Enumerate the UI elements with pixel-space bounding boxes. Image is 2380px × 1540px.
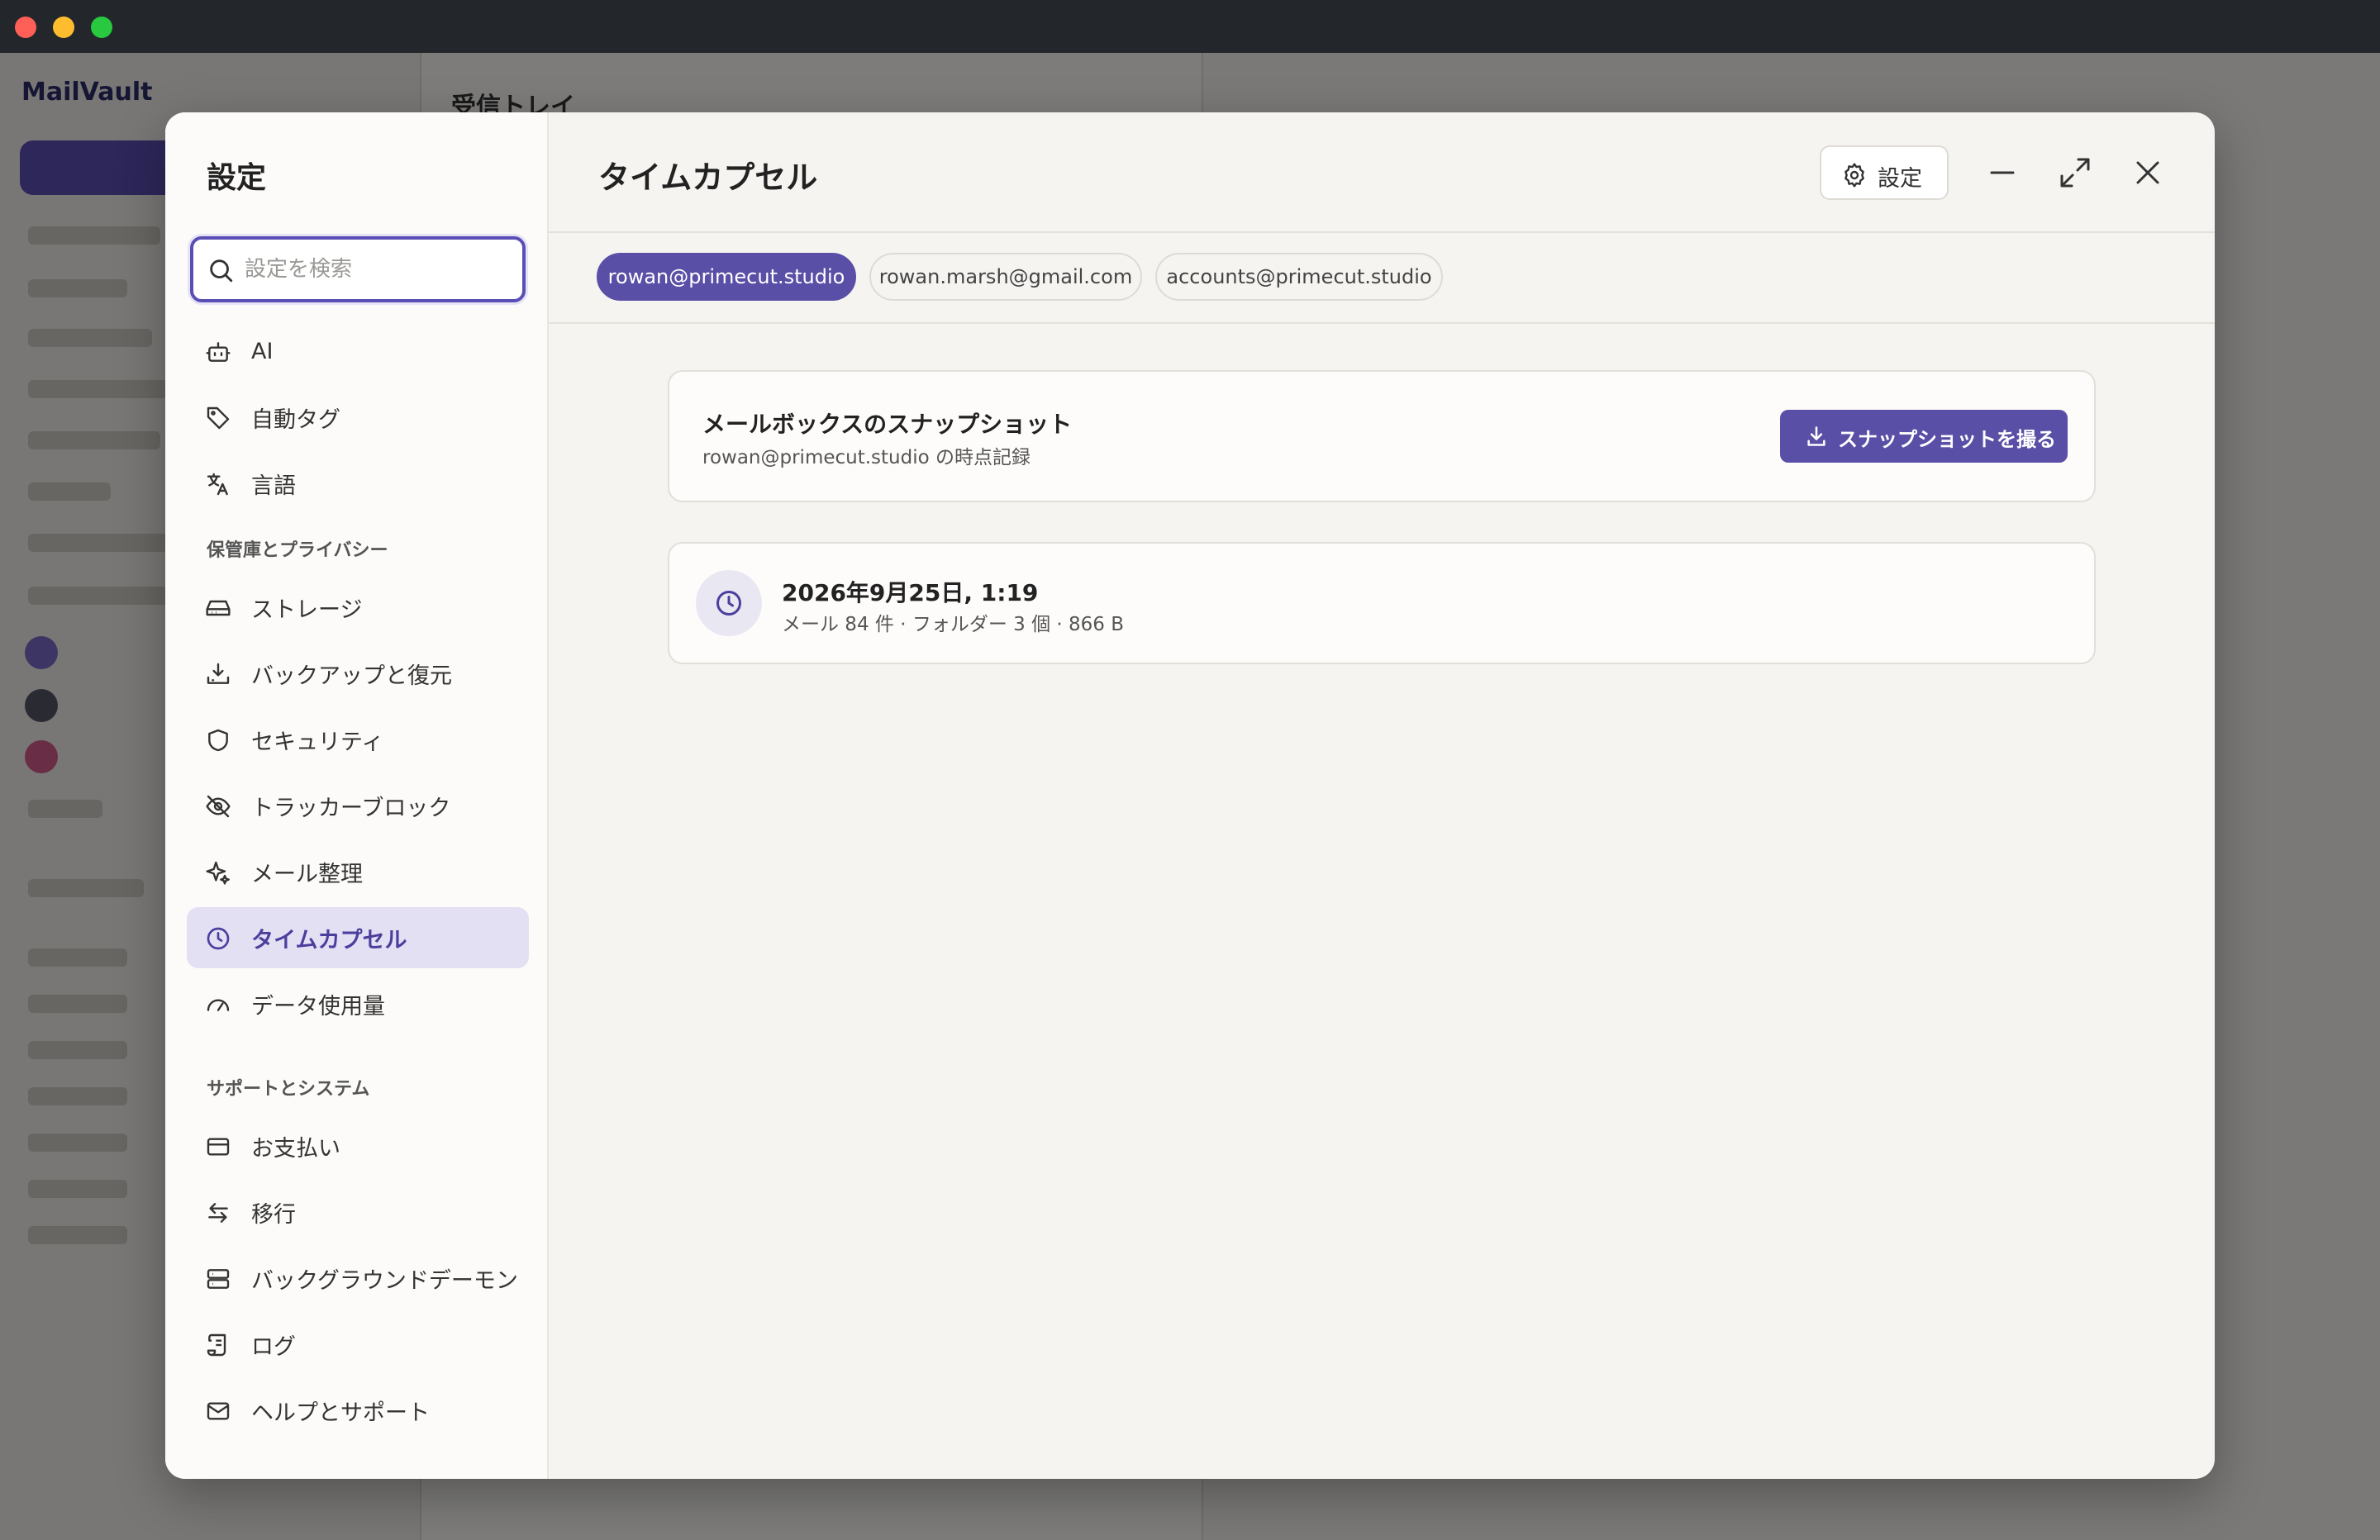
section-header-vault: 保管庫とプライバシー: [207, 540, 388, 561]
nav-item-payment[interactable]: お支払い: [187, 1115, 529, 1176]
window-close-dot[interactable]: [15, 17, 36, 38]
nav-item-label: メール整理: [251, 861, 363, 887]
settings-modal: 設定 AI 自動タグ 言語 保管庫とプライバシー ストレージ バックアップと復元: [165, 112, 2215, 1479]
expand-icon: [2060, 158, 2090, 188]
minimize-button[interactable]: [1975, 145, 2030, 200]
snapshot-card: メールボックスのスナップショット rowan@primecut.studio の…: [668, 370, 2096, 502]
page-title: タイムカプセル: [598, 159, 818, 196]
settings-search[interactable]: [190, 236, 526, 302]
search-icon: [210, 259, 233, 283]
account-tab-accounts-primecut[interactable]: accounts@primecut.studio: [1155, 253, 1443, 301]
scroll-icon: [207, 1333, 226, 1357]
clock-icon: [207, 927, 230, 950]
nav-item-label: セキュリティ: [251, 729, 384, 755]
nav-item-label: 移行: [251, 1201, 296, 1228]
snapshot-list-item[interactable]: 2026年9月25日, 1:19 メール 84 件 · フォルダー 3 個 · …: [668, 542, 2096, 664]
nav-item-help[interactable]: ヘルプとサポート: [187, 1380, 529, 1441]
drive-icon: [206, 600, 231, 616]
download-icon: [1807, 426, 1825, 446]
nav-item-label: バックアップと復元: [251, 663, 452, 689]
account-tab-rowan-gmail[interactable]: rowan.marsh@gmail.com: [869, 253, 1142, 301]
nav-item-label: ログ: [251, 1333, 296, 1360]
nav-item-ai[interactable]: AI: [187, 321, 529, 382]
clock-icon: [716, 591, 741, 616]
nav-item-label: 言語: [251, 473, 296, 499]
snapshot-date: 2026年9月25日, 1:19: [782, 579, 1039, 606]
settings-sidebar: 設定 AI 自動タグ 言語 保管庫とプライバシー ストレージ バックアップと復元: [165, 112, 549, 1479]
eye-off-icon: [206, 795, 231, 818]
shield-icon: [208, 729, 228, 752]
expand-button[interactable]: [2048, 145, 2102, 200]
nav-item-security[interactable]: セキュリティ: [187, 709, 529, 770]
nav-item-label: AI: [251, 338, 274, 364]
account-tab-rowan-primecut[interactable]: rowan@primecut.studio: [597, 253, 856, 301]
nav-item-tracker-block[interactable]: トラッカーブロック: [187, 775, 529, 836]
settings-button[interactable]: 設定: [1820, 145, 1949, 200]
nav-item-label: タイムカプセル: [251, 927, 407, 953]
credit-card-icon: [207, 1138, 230, 1156]
take-snapshot-button[interactable]: スナップショットを撮る: [1780, 410, 2068, 463]
nav-item-label: 自動タグ: [251, 406, 340, 433]
nav-item-logs[interactable]: ログ: [187, 1314, 529, 1375]
nav-item-backup[interactable]: バックアップと復元: [187, 643, 529, 704]
snapshot-card-title: メールボックスのスナップショット: [702, 411, 1073, 438]
nav-item-daemon[interactable]: バックグラウンドデーモン: [187, 1248, 529, 1309]
snapshot-clock-badge: [696, 570, 762, 636]
take-snapshot-label: スナップショットを撮る: [1838, 428, 2056, 451]
snapshot-meta: メール 84 件 · フォルダー 3 個 · 866 B: [782, 614, 1124, 635]
tag-icon: [207, 406, 230, 430]
tabs-divider: [549, 322, 2215, 324]
snapshot-card-subtitle: rowan@primecut.studio の時点記録: [702, 447, 1031, 468]
window-minimize-dot[interactable]: [53, 17, 74, 38]
server-icon: [207, 1269, 230, 1289]
gauge-icon: [207, 999, 230, 1011]
nav-item-label: ストレージ: [251, 597, 363, 623]
robot-icon: [206, 342, 231, 362]
mail-icon: [207, 1402, 230, 1420]
nav-item-label: お支払い: [251, 1135, 340, 1162]
download-tray-icon: [207, 663, 230, 684]
nav-item-migration[interactable]: 移行: [187, 1181, 529, 1243]
window-titlebar: [0, 0, 2380, 53]
sparkles-icon: [206, 861, 230, 885]
minus-icon: [1990, 171, 2015, 174]
close-button[interactable]: [2121, 145, 2175, 200]
settings-button-label: 設定: [1878, 166, 1922, 192]
nav-item-mail-cleanup[interactable]: メール整理: [187, 841, 529, 902]
settings-title: 設定: [207, 161, 267, 195]
window-zoom-dot[interactable]: [91, 17, 112, 38]
translate-icon: [207, 473, 228, 496]
gear-icon: [1844, 163, 1864, 188]
section-header-support: サポートとシステム: [207, 1079, 370, 1100]
nav-item-autotag[interactable]: 自動タグ: [187, 387, 529, 448]
close-icon: [2136, 161, 2159, 184]
header-divider: [549, 231, 2215, 233]
arrows-swap-icon: [208, 1203, 228, 1223]
settings-search-input[interactable]: [245, 248, 509, 291]
nav-item-label: ヘルプとサポート: [251, 1400, 430, 1426]
nav-item-time-capsule[interactable]: タイムカプセル: [187, 907, 529, 968]
nav-item-label: トラッカーブロック: [251, 795, 451, 821]
nav-item-label: バックグラウンドデーモン: [251, 1267, 518, 1294]
settings-content: タイムカプセル 設定 rowan@primecut.studio rowan.m…: [549, 112, 2215, 1479]
nav-item-data-usage[interactable]: データ使用量: [187, 973, 529, 1034]
nav-item-label: データ使用量: [251, 993, 385, 1020]
nav-item-language[interactable]: 言語: [187, 453, 529, 514]
nav-item-storage[interactable]: ストレージ: [187, 577, 529, 638]
